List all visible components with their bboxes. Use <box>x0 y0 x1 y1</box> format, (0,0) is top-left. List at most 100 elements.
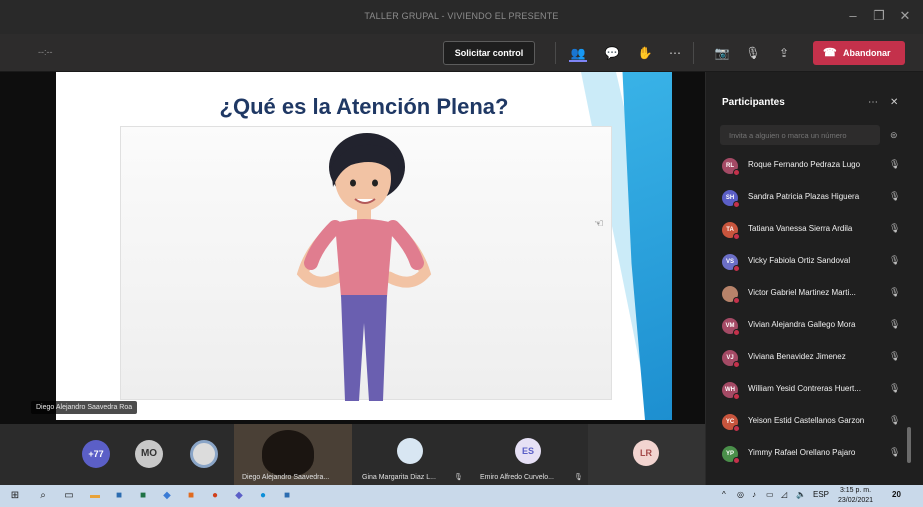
avatar: MO <box>135 440 163 468</box>
toolbar-divider <box>555 42 556 64</box>
mic-off-icon: 🎙 <box>889 287 901 297</box>
task-view-icon[interactable]: ▭ <box>62 489 76 503</box>
camera-off-icon[interactable]: 📷 <box>713 44 731 62</box>
minimize-icon[interactable]: – <box>844 8 862 23</box>
raise-hand-icon[interactable]: ✋ <box>636 44 654 62</box>
status-badge <box>733 457 740 464</box>
share-screen-icon[interactable]: ⇪ <box>775 44 793 62</box>
mouse-cursor-icon: ☜ <box>594 218 604 230</box>
show-hidden-icons-icon[interactable]: ^ <box>722 490 726 499</box>
mic-off-icon: 🎙 <box>889 255 901 265</box>
file-explorer-icon[interactable]: ▬ <box>88 489 102 503</box>
title-bar: TALLER GRUPAL - VIVIENDO EL PRESENTE – ❐… <box>0 0 923 34</box>
avatar-photo <box>722 286 740 304</box>
meeting-timer: --:-- <box>38 47 53 57</box>
panel-scrollbar[interactable] <box>907 427 911 463</box>
participants-panel: Participantes ⋯ ✕ ⊜ RL Roque Fernando Pe… <box>705 72 923 485</box>
request-control-button[interactable]: Solicitar control <box>443 41 535 65</box>
video-strip: +77 MO Diego Alejandro Saavedra... Gina … <box>0 424 705 485</box>
avatar: YC <box>722 414 740 432</box>
participant-tile[interactable]: MO <box>130 424 170 485</box>
wifi-icon[interactable]: ◿ <box>781 490 787 499</box>
presentation-slide: ¿Qué es la Atención Plena? <box>56 72 672 420</box>
participant-name: Sandra Patricia Plazas Higuera <box>748 192 860 201</box>
participant-tile[interactable] <box>186 424 226 485</box>
participant-tile[interactable]: Gina Margarita Diaz L... 🎙 <box>352 424 470 485</box>
participant-name: Viviana Benavidez Jimenez <box>748 352 846 361</box>
excel-icon[interactable]: ■ <box>136 489 150 503</box>
list-item[interactable]: VM Vivian Alejandra Gallego Mora 🎙 <box>706 310 911 342</box>
list-item[interactable]: Victor Gabriel Martinez Marti... 🎙 <box>706 278 911 310</box>
status-badge <box>733 297 740 304</box>
status-badge <box>733 265 740 272</box>
participant-name: Yimmy Rafael Orellano Pajaro <box>748 448 856 457</box>
leave-button[interactable]: ☎ Abandonar <box>813 41 905 65</box>
list-item[interactable]: SH Sandra Patricia Plazas Higuera 🎙 <box>706 182 911 214</box>
avatar: WH <box>722 382 740 400</box>
chrome-icon[interactable]: ● <box>208 489 222 503</box>
list-item[interactable]: VS Vicky Fabiola Ortiz Sandoval 🎙 <box>706 246 911 278</box>
list-item[interactable]: TA Tatiana Vanessa Sierra Ardila 🎙 <box>706 214 911 246</box>
system-clock[interactable]: 3:15 p. m. 23/02/2021 <box>838 486 873 506</box>
invite-input[interactable] <box>720 125 880 145</box>
mic-icon[interactable]: ♪ <box>752 490 756 499</box>
search-icon[interactable]: ⌕ <box>36 489 50 503</box>
network-icon[interactable]: ◎ <box>737 490 744 499</box>
mic-off-icon: 🎙 <box>889 319 901 329</box>
edge-icon[interactable]: ● <box>256 489 270 503</box>
list-item[interactable]: RL Roque Fernando Pedraza Lugo 🎙 <box>706 150 911 182</box>
meeting-toolbar: --:-- Solicitar control 👥 💬 ✋ ⋯ 📷 🎙 ⇪ ☎ … <box>0 34 923 72</box>
windows-start-icon[interactable]: ⊞ <box>8 489 22 503</box>
maximize-icon[interactable]: ❐ <box>870 8 888 24</box>
status-badge <box>733 425 740 432</box>
status-badge <box>733 169 740 176</box>
list-item[interactable]: YC Yeison Estid Castellanos Garzon 🎙 <box>706 406 911 438</box>
taskbar: ⊞ ⌕ ▭ ▬ ■ ■ ◆ ■ ● ◆ ● ■ ^ ◎ ♪ ▭ ◿ 🔈 ESP … <box>0 485 923 507</box>
app-icon[interactable]: ◆ <box>160 489 174 503</box>
avatar: ES <box>515 438 541 464</box>
status-badge <box>733 393 740 400</box>
battery-icon[interactable]: ▭ <box>766 490 774 499</box>
status-badge <box>733 201 740 208</box>
leave-button-label: Abandonar <box>843 48 891 58</box>
mic-off-icon: 🎙 <box>889 159 901 169</box>
participant-name: Tatiana Vanessa Sierra Ardila <box>748 224 853 233</box>
mic-off-icon: 🎙 <box>454 474 463 481</box>
avatar: VM <box>722 318 740 336</box>
list-item[interactable]: YP Yimmy Rafael Orellano Pajaro 🎙 <box>706 438 911 470</box>
status-badge <box>733 233 740 240</box>
teams-icon[interactable]: ◆ <box>232 489 246 503</box>
participant-video-tile[interactable]: Diego Alejandro Saavedra... <box>234 424 352 485</box>
share-invite-icon[interactable]: ⊜ <box>890 130 898 141</box>
participant-name: Emiro Alfredo Curvelo... <box>480 474 554 481</box>
store-icon[interactable]: ■ <box>112 489 126 503</box>
mic-off-icon[interactable]: 🎙 <box>744 44 762 62</box>
list-item[interactable]: WH William Yesid Contreras Huert... 🎙 <box>706 374 911 406</box>
volume-icon[interactable]: 🔈 <box>796 490 806 499</box>
mic-off-icon: 🎙 <box>889 223 901 233</box>
participant-name: Vivian Alejandra Gallego Mora <box>748 320 856 329</box>
mic-off-icon: 🎙 <box>889 415 901 425</box>
chat-icon[interactable]: 💬 <box>603 44 621 62</box>
language-indicator[interactable]: ESP <box>813 490 829 499</box>
phone-hangup-icon: ☎ <box>823 47 837 59</box>
participant-name: Diego Alejandro Saavedra... <box>242 474 330 481</box>
participant-name: Roque Fernando Pedraza Lugo <box>748 160 861 169</box>
close-panel-icon[interactable]: ✕ <box>890 97 898 108</box>
participants-icon[interactable]: 👥 <box>569 44 587 62</box>
app-icon[interactable]: ■ <box>184 489 198 503</box>
mic-off-icon: 🎙 <box>889 191 901 201</box>
avatar <box>190 440 218 468</box>
participant-tile[interactable]: LR <box>588 424 705 485</box>
close-window-icon[interactable]: ✕ <box>896 8 914 24</box>
word-icon[interactable]: ■ <box>280 489 294 503</box>
overflow-participants-tile[interactable]: +77 <box>78 424 118 485</box>
more-options-icon[interactable]: ⋯ <box>666 44 684 62</box>
more-options-icon[interactable]: ⋯ <box>868 97 878 108</box>
slide-illustration <box>120 126 612 401</box>
notification-count[interactable]: 20 <box>892 490 901 499</box>
participant-tile[interactable]: ES Emiro Alfredo Curvelo... 🎙 <box>470 424 588 485</box>
list-item[interactable]: VJ Viviana Benavidez Jimenez 🎙 <box>706 342 911 374</box>
status-badge <box>733 361 740 368</box>
participant-name: Gina Margarita Diaz L... <box>362 474 436 481</box>
